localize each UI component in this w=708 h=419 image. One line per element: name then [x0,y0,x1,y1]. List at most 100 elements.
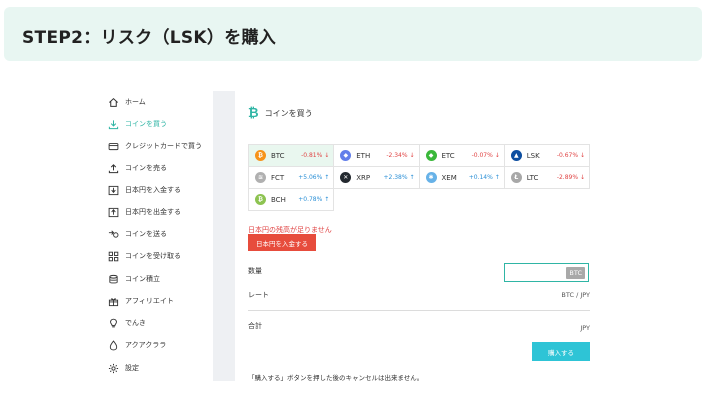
bulb-icon [108,318,119,329]
coin-symbol: XRP [356,173,371,182]
sidebar-item-11[interactable]: アクアクララ [108,336,213,354]
coin-option-ltc[interactable]: Ł LTC -2.89% ↓ [504,167,590,189]
coin-change: -0.67% ↓ [557,152,585,159]
sidebar-item-8[interactable]: コイン積立 [108,270,213,288]
stack-icon [108,274,119,285]
coin-change: +0.78% ↑ [298,196,329,203]
bch-icon: ₿ [255,194,266,205]
quantity-input[interactable]: BTC [504,263,589,282]
coin-option-btc[interactable]: ₿ BTC -0.81% ↓ [249,145,335,167]
lsk-icon: ▲ [510,150,522,161]
eth-icon: ◆ [340,150,352,161]
deposit-jpy-button[interactable]: 日本円を入金する [248,234,316,251]
rate-value: BTC / JPY [561,291,590,299]
coin-option-xrp[interactable]: ✕ XRP +2.38% ↑ [334,167,420,189]
sidebar-item-label: ホーム [125,98,146,106]
btc-icon: ₿ [255,150,266,161]
arrow-down-icon: ↓ [492,152,500,159]
coin-change-value: -0.07% [471,152,493,159]
coin-change: -0.07% ↓ [472,152,500,159]
step-banner: STEP2：リスク（LSK）を購入 [4,7,702,61]
arrow-down-icon: ↓ [578,152,585,159]
sidebar-item-6[interactable]: コインを送る [108,225,213,243]
coin-symbol: LSK [526,151,540,160]
gift-icon [108,296,119,307]
coin-change: +5.06% ↑ [298,174,329,181]
coin-option-eth[interactable]: ◆ ETH -2.34% ↓ [334,145,420,167]
etc-icon: ◆ [425,150,437,161]
sidebar-item-12[interactable]: 設定 [108,359,213,377]
sidebar-item-label: コイン積立 [125,275,160,283]
coin-change-value: -0.67% [556,152,579,159]
buy-button[interactable]: 購入する [532,342,590,361]
coin-symbol: BCH [271,195,286,204]
sidebar-item-label: コインを売る [125,164,167,172]
sidebar-item-1[interactable]: コインを買う [108,115,213,133]
coin-option-etc[interactable]: ◆ ETC -0.07% ↓ [419,145,505,167]
sidebar-item-label: コインを買う [125,120,167,128]
coin-symbol: BTC [271,151,285,160]
coin-option-xem[interactable]: ✱ XEM +0.14% ↑ [419,167,505,189]
coin-symbol: ETH [356,151,371,160]
sidebar-item-label: アクアクララ [125,341,167,349]
coin-row: ≋ FCT +5.06% ↑ ✕ XRP +2.38% ↑ ✱ XEM +0.14% ↑ Ł LTC… [249,167,590,189]
credit-card-icon [108,141,119,152]
coin-change-value: +0.78% [298,196,323,203]
coin-row: ₿ BCH +0.78% ↑ [249,189,590,211]
receive-icon [108,251,119,262]
sidebar-item-9[interactable]: アフィリエイト [108,292,213,310]
coin-selector: ₿ BTC -0.81% ↓ ◆ ETH -2.34% ↓ ◆ ETC -0.07% ↓ ▲ LSK… [248,144,590,211]
coin-change: -2.89% ↓ [557,174,585,181]
sidebar-item-4[interactable]: 日本円を入金する [108,181,213,199]
sidebar-item-2[interactable]: クレジットカードで買う [108,137,213,155]
divider-line [248,310,590,311]
sidebar-item-label: クレジットカードで買う [125,142,202,150]
sidebar-item-label: アフィリエイト [125,297,174,305]
arrow-up-icon: ↑ [492,174,500,181]
coin-symbol: LTC [526,173,539,182]
coin-option-bch[interactable]: ₿ BCH +0.78% ↑ [249,189,335,211]
sidebar-item-label: 日本円を入金する [125,186,181,194]
coin-option-fct[interactable]: ≋ FCT +5.06% ↑ [249,167,335,189]
coin-cell-empty [420,189,505,211]
coin-change-value: -2.34% [386,152,408,159]
sidebar-item-label: コインを送る [125,230,167,238]
gear-icon [108,363,119,374]
quantity-label: 数量 [248,267,262,275]
total-unit: JPY [580,324,590,332]
coin-symbol: FCT [271,173,285,182]
sidebar-item-label: 日本円を出金する [125,208,181,216]
total-label: 合計 [248,322,262,330]
coin-option-lsk[interactable]: ▲ LSK -0.67% ↓ [504,145,590,167]
cancel-note: 「購入する」ボタンを押した後のキャンセルは出来ません。 [248,374,424,382]
sidebar-item-10[interactable]: でんき [108,314,213,332]
sidebar-divider [213,91,235,381]
download-icon [108,119,119,130]
sidebar-item-7[interactable]: コインを受け取る [108,247,213,265]
coin-change-value: -0.81% [301,152,323,159]
sidebar-item-5[interactable]: 日本円を出金する [108,203,213,221]
sidebar-item-label: でんき [125,319,146,327]
arrow-down-icon: ↓ [407,152,415,159]
sidebar-item-3[interactable]: コインを売る [108,159,213,177]
coin-change: -0.81% ↓ [301,152,329,159]
fct-icon: ≋ [255,172,266,183]
arrow-up-icon: ↑ [322,196,330,203]
coin-change-value: +0.14% [468,174,493,181]
coin-change: +0.14% ↑ [469,174,500,181]
sidebar-item-label: 設定 [125,364,139,372]
coin-symbol: XEM [441,173,457,182]
quantity-unit-badge: BTC [566,266,585,279]
sidebar-item-label: コインを受け取る [125,252,181,260]
coin-change-value: +2.38% [383,174,408,181]
send-icon [108,229,119,240]
bank-deposit-icon [108,185,119,196]
step-title: STEP2：リスク（LSK）を購入 [22,28,277,48]
home-icon [108,97,119,108]
arrow-up-icon: ↑ [322,174,330,181]
sidebar-item-0[interactable]: ホーム [108,93,213,111]
buy-panel: ₿ コインを買う ₿ BTC -0.81% ↓ ◆ ETH -2.34% ↓ ◆ ETC -0.… [248,91,593,382]
coin-change: -2.34% ↓ [386,152,414,159]
coin-symbol: ETC [441,151,455,160]
water-drop-icon [108,339,119,351]
